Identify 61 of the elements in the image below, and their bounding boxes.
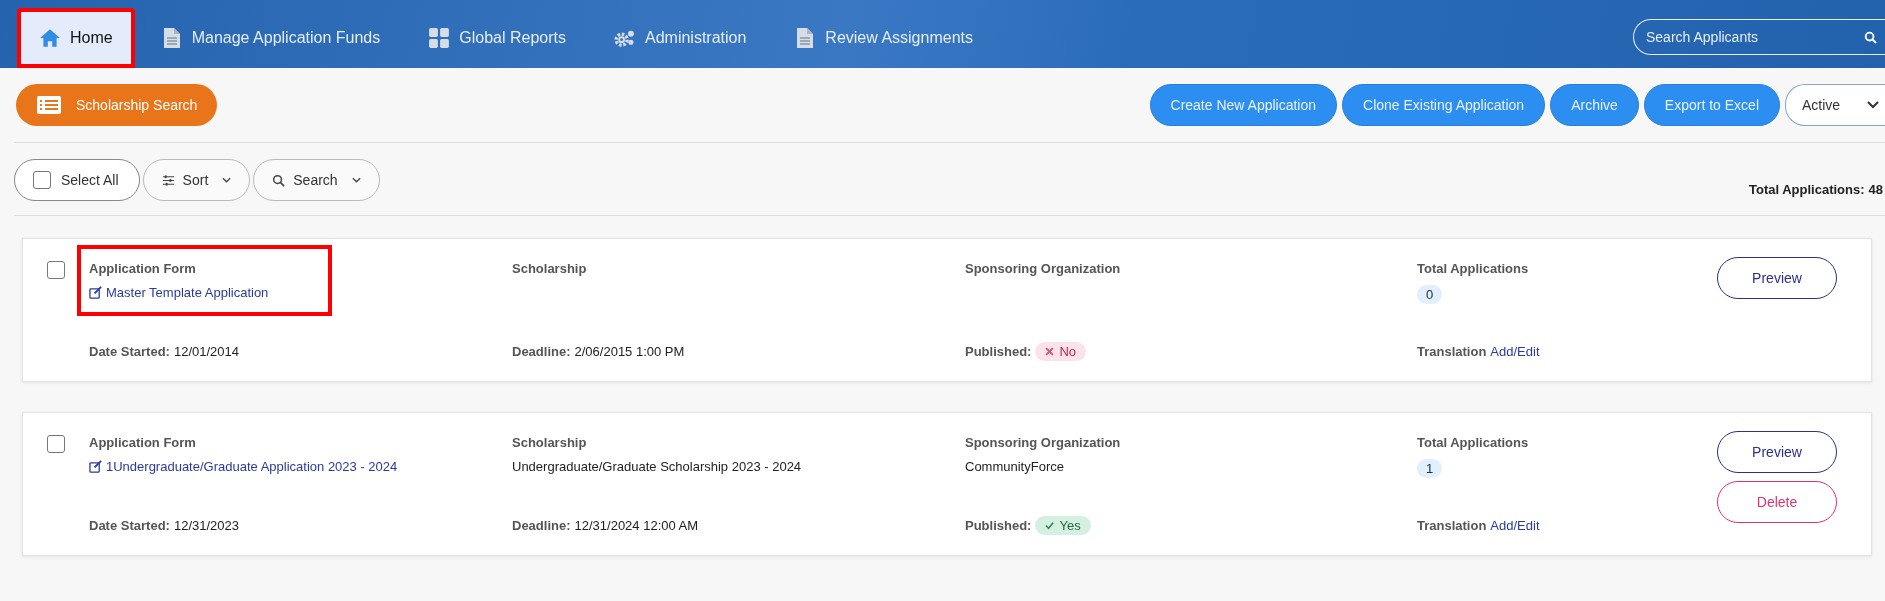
count-badge: 0 [1417,285,1443,304]
chevron-down-icon [222,177,232,183]
total-count: 48 [1868,182,1883,197]
field-label: Published: [965,344,1032,359]
field-label: Total Applications [1417,435,1529,450]
field-label: Application Form [89,435,196,450]
field-label: Scholarship [512,261,587,276]
edit-icon [89,460,102,473]
checkbox[interactable] [47,261,65,279]
chevron-down-icon [1867,101,1879,109]
checkbox[interactable] [47,435,65,453]
published-badge: No [1035,342,1087,361]
search-icon [1864,31,1877,44]
published-badge: Yes [1035,516,1091,535]
checkbox[interactable] [33,171,51,189]
field-label: Published: [965,518,1032,533]
nav-tab[interactable]: Home [17,8,135,68]
add-edit-link[interactable]: Add/Edit [1490,344,1540,359]
check-icon [1045,521,1055,530]
delete-button[interactable]: Delete [1717,481,1837,523]
form-name-link[interactable]: 1Undergraduate/Graduate Application 2023 - 2024 [89,459,398,474]
edit-icon [89,286,102,299]
sort-button[interactable]: Sort [142,159,251,201]
add-edit-link[interactable]: Add/Edit [1490,518,1540,533]
search-field[interactable]: Search Applicants [1633,19,1885,55]
nav-tab[interactable]: Manage Application Funds [138,8,403,68]
scholarship-name: Undergraduate/Graduate Scholarship 2023 - 2024 [512,459,802,474]
home-icon [39,27,61,49]
date-value: 12/31/2023 [173,518,239,533]
select-all-checkbox[interactable]: Select All [14,159,140,201]
sponsor-name: CommunityForce [965,459,1064,474]
form-name-link[interactable]: Master Template Application [89,285,269,300]
field-label: Deadline: [512,344,571,359]
total-label: Total Applications: [1748,182,1865,197]
field-label: Deadline: [512,518,571,533]
field-label: Translation [1417,518,1487,533]
field-label: Sponsoring Organization [965,435,1121,450]
list-icon [36,95,62,115]
deadline-value: 12/31/2024 12:00 AM [574,518,699,533]
preview-button[interactable]: Preview [1717,431,1837,473]
field-label: Date Started: [89,344,170,359]
status-dropdown[interactable]: Active [1785,84,1885,126]
field-label: Scholarship [512,435,587,450]
chevron-down-icon [351,177,361,183]
preview-button[interactable]: Preview [1717,257,1837,299]
field-label: Sponsoring Organization [965,261,1121,276]
deadline-value: 2/06/2015 1:00 PM [574,344,685,359]
search-icon [272,173,286,187]
nav-tab[interactable]: Administration [592,8,769,68]
field-label: Date Started: [89,518,170,533]
search-filter-button[interactable]: Search [253,159,380,201]
count-badge: 1 [1417,459,1443,478]
sliders-icon [161,173,175,187]
grid-icon [428,27,451,49]
close-icon [1045,347,1055,356]
field-label: Total Applications [1417,261,1529,276]
nav-tab[interactable]: Review Assignments [772,8,995,68]
field-label: Translation [1417,344,1487,359]
field-label: Application Form [89,261,196,276]
nav-tab[interactable]: Global Reports [406,8,588,68]
date-value: 12/01/2014 [173,344,239,359]
